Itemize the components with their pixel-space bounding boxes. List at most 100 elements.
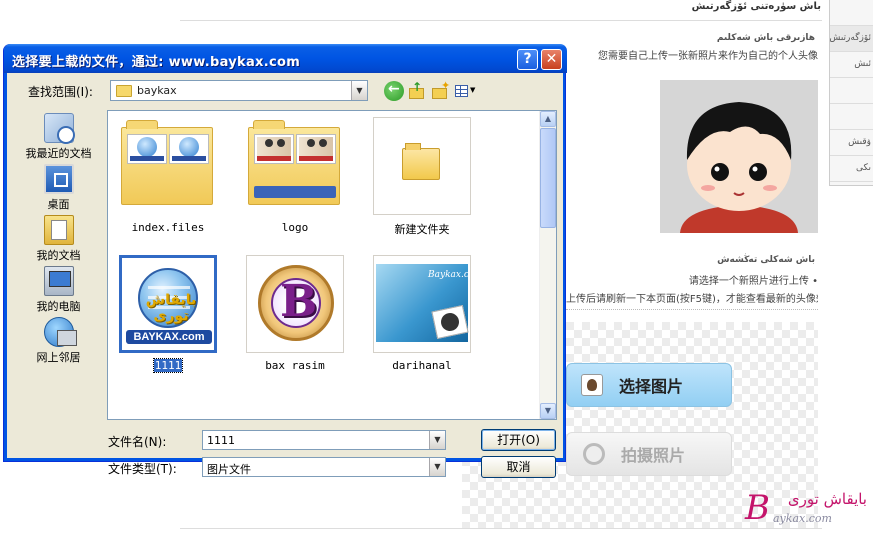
avatar-description: 您需要自己上传一张新照片来作为自己的个人头像 bbox=[598, 51, 818, 62]
place-network[interactable]: 网上邻居 bbox=[15, 317, 102, 365]
side-menu-item[interactable]: ئۆزگەرتىش bbox=[830, 26, 873, 52]
file-item-new-folder[interactable]: 新建文件夹 bbox=[367, 117, 477, 237]
side-menu-item[interactable] bbox=[830, 78, 873, 104]
desktop-icon bbox=[43, 164, 74, 194]
side-menu-item[interactable]: ئىش bbox=[830, 52, 873, 78]
divider bbox=[180, 20, 822, 21]
new-folder-icon[interactable]: ✦ bbox=[430, 79, 450, 101]
file-thumbnail: Baykax.com bbox=[373, 255, 471, 353]
filetype-value: 图片文件 bbox=[207, 463, 251, 476]
logo-arabic-text: بايقاش تورى bbox=[787, 490, 867, 508]
chevron-down-icon[interactable]: ▼ bbox=[429, 431, 445, 449]
file-name: 1111 bbox=[152, 358, 184, 373]
filetype-select[interactable]: 图片文件 ▼ bbox=[202, 457, 446, 477]
dialog-body: 查找范围(I): baykax ▼ ↑ ✦ ▼ 我最近的文档 桌面 我的文档 bbox=[8, 73, 563, 478]
image-preview: Baykax.com bbox=[376, 264, 470, 342]
cancel-button[interactable]: 取消 bbox=[481, 456, 556, 478]
side-menu-item[interactable] bbox=[830, 104, 873, 130]
place-label: 网上邻居 bbox=[36, 351, 81, 364]
chevron-down-icon[interactable]: ▼ bbox=[429, 458, 445, 476]
thumb-brand-text: BAYKAX.com bbox=[126, 330, 212, 344]
look-in-value: baykax bbox=[137, 84, 177, 97]
file-thumbnail: B bbox=[246, 255, 344, 353]
refresh-instruction: 上传后请刷新一下本页面(按F5键)，才能查看最新的头像效果 bbox=[566, 294, 818, 305]
place-my-computer[interactable]: 我的电脑 bbox=[15, 266, 102, 314]
look-in-label: 查找范围(I): bbox=[28, 85, 93, 99]
close-button[interactable]: ✕ bbox=[541, 49, 562, 70]
place-label: 我最近的文档 bbox=[25, 147, 92, 160]
place-my-documents[interactable]: 我的文档 bbox=[15, 215, 102, 263]
side-menu: ئۆزگەرتىش ئىش ۋقىش ىكى bbox=[829, 0, 873, 186]
my-documents-icon bbox=[43, 215, 74, 245]
file-upload-dialog: 选择要上载的文件，通过: www.baykax.com ? ✕ 查找范围(I):… bbox=[3, 44, 567, 478]
file-thumbnail bbox=[373, 117, 471, 215]
filename-input[interactable]: 1111 ▼ bbox=[202, 430, 446, 450]
folder-icon bbox=[116, 85, 132, 97]
take-photo-label: 拍摄照片 bbox=[621, 446, 686, 465]
place-recent-documents[interactable]: 我最近的文档 bbox=[15, 113, 102, 161]
folder-icon bbox=[248, 120, 340, 205]
avatar bbox=[660, 80, 818, 233]
avatar-settings-heading: باش شەكلى تەڭشەش bbox=[717, 255, 815, 265]
dialog-title: 选择要上载的文件，通过: www.baykax.com bbox=[12, 55, 301, 70]
back-icon[interactable] bbox=[384, 81, 404, 101]
file-name: 新建文件夹 bbox=[394, 223, 450, 236]
folder-icon bbox=[402, 143, 440, 180]
file-list[interactable]: index.files logo 新建文件夹 بايقاش تورى BAYKA… bbox=[107, 110, 557, 420]
up-folder-icon[interactable]: ↑ bbox=[407, 80, 427, 101]
file-item-bax-rasim[interactable]: B bax rasim bbox=[240, 255, 350, 372]
camera-icon bbox=[583, 443, 605, 465]
upload-instruction: 请选择一个新照片进行上传 • bbox=[688, 276, 818, 287]
scroll-down-icon[interactable]: ▼ bbox=[540, 403, 556, 419]
place-desktop[interactable]: 桌面 bbox=[15, 164, 102, 212]
scrollbar-thumb[interactable] bbox=[540, 128, 556, 228]
dialog-titlebar[interactable]: 选择要上载的文件，通过: www.baykax.com ? ✕ bbox=[4, 44, 567, 73]
file-item-1111[interactable]: بايقاش تورى BAYKAX.com 1111 bbox=[113, 255, 223, 373]
avatar-cartoon-face bbox=[660, 80, 818, 233]
thumb-logo-text: Baykax.com bbox=[428, 270, 470, 280]
chevron-down-icon[interactable]: ▼ bbox=[351, 81, 367, 100]
filename-value: 1111 bbox=[207, 434, 235, 447]
current-avatar-heading: ھازىرقى باش شەكلىم bbox=[716, 33, 815, 43]
side-menu-item[interactable] bbox=[830, 0, 873, 26]
network-places-icon bbox=[43, 317, 77, 347]
file-name: logo bbox=[281, 221, 309, 234]
file-name: index.files bbox=[131, 221, 205, 234]
logo-letter: B bbox=[745, 488, 770, 528]
filename-label: 文件名(N): bbox=[108, 435, 167, 449]
places-bar: 我最近的文档 桌面 我的文档 我的电脑 网上邻居 bbox=[15, 109, 102, 429]
side-menu-item[interactable]: ۋقىش bbox=[830, 130, 873, 156]
place-label: 桌面 bbox=[47, 198, 70, 211]
help-button[interactable]: ? bbox=[517, 49, 538, 70]
logo-url-text: aykax.com bbox=[773, 512, 832, 525]
file-name: darihanal bbox=[392, 359, 452, 372]
place-label: 我的电脑 bbox=[36, 300, 81, 313]
scroll-up-icon[interactable]: ▲ bbox=[540, 111, 556, 127]
thumb-letter: B bbox=[280, 276, 318, 327]
side-menu-item[interactable]: ىكى bbox=[830, 156, 873, 182]
photo-icon bbox=[581, 374, 603, 396]
open-button[interactable]: 打开(O) bbox=[481, 429, 556, 451]
divider bbox=[180, 528, 822, 529]
thumb-arabic-text: بايقاش تورى bbox=[145, 292, 197, 324]
page-heading: باش سۈرەتنى ئۆزگەرتىش bbox=[691, 1, 821, 12]
file-item-logo[interactable]: logo bbox=[240, 117, 350, 234]
choose-image-button[interactable]: 选择图片 bbox=[566, 363, 732, 407]
dotted-divider bbox=[566, 309, 818, 310]
folder-icon bbox=[121, 120, 213, 205]
file-item-darihanal[interactable]: Baykax.com darihanal bbox=[367, 255, 477, 372]
file-thumbnail: بايقاش تورى BAYKAX.com bbox=[119, 255, 217, 353]
file-name: bax rasim bbox=[265, 359, 325, 372]
place-label: 我的文档 bbox=[36, 249, 81, 262]
look-in-dropdown[interactable]: baykax ▼ bbox=[110, 80, 368, 101]
file-thumbnail bbox=[119, 117, 217, 215]
choose-image-label: 选择图片 bbox=[619, 377, 684, 396]
site-logo: B بايقاش تورى aykax.com bbox=[743, 488, 871, 530]
view-menu-icon[interactable]: ▼ bbox=[454, 81, 478, 101]
file-item-index-files[interactable]: index.files bbox=[113, 117, 223, 234]
recent-documents-icon bbox=[43, 113, 75, 144]
filetype-label: 文件类型(T): bbox=[108, 462, 177, 476]
vertical-scrollbar[interactable]: ▲ ▼ bbox=[539, 111, 556, 419]
take-photo-button[interactable]: 拍摄照片 bbox=[566, 432, 732, 476]
my-computer-icon bbox=[43, 266, 74, 296]
